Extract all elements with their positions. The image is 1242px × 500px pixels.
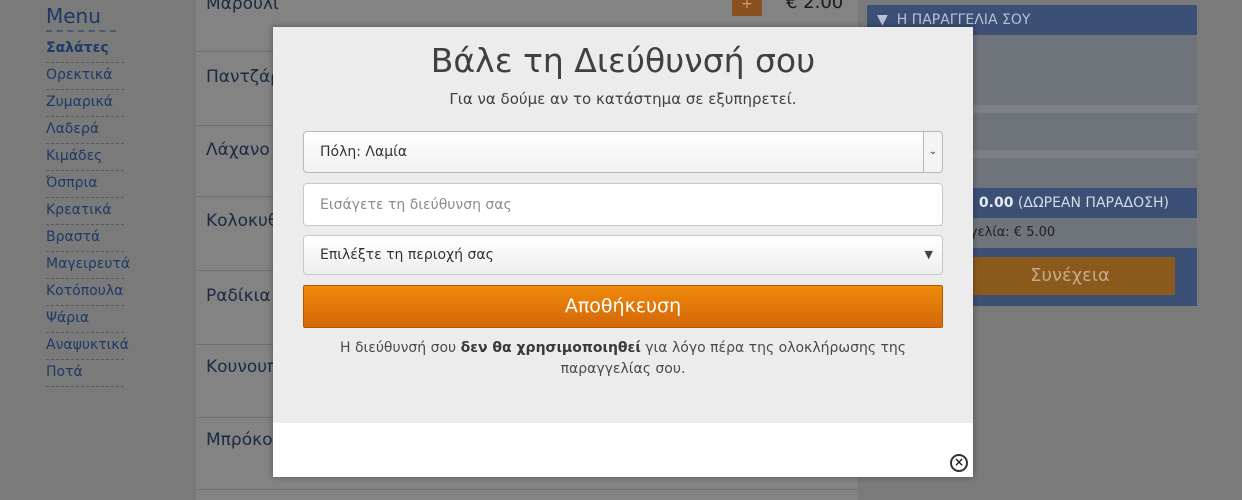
address-modal: Βάλε τη Διεύθυνσή σου Για να δούμε αν το…	[273, 27, 973, 477]
sidebar-item-vrasta[interactable]: Βραστά	[46, 225, 124, 252]
category-sidebar: Menu Σαλάτες Ορεκτικά Ζυμαρικά Λαδερά Κι…	[46, 0, 136, 387]
privacy-note: Η διεύθυνσή σου δεν θα χρησιμοποιηθεί γι…	[303, 338, 943, 380]
product-name: Κουνουπ	[206, 357, 278, 377]
sidebar-item-anapsyktika[interactable]: Αναψυκτικά	[46, 333, 129, 360]
sidebar-item-kotopoula[interactable]: Κοτόπουλα	[46, 279, 124, 306]
category-list: Σαλάτες Ορεκτικά Ζυμαρικά Λαδερά Κιμάδες…	[46, 36, 136, 387]
continue-button[interactable]: Συνέχεια	[965, 257, 1175, 295]
product-name: Παντζάρ	[206, 67, 281, 87]
close-icon[interactable]: ×	[950, 454, 968, 472]
modal-subtitle: Για να δούμε αν το κατάστημα σε εξυπηρετ…	[449, 90, 797, 108]
sidebar-item-psaria[interactable]: Ψάρια	[46, 306, 124, 333]
product-name: Ραδίκια	[206, 286, 271, 306]
privacy-note-start: Η διεύθυνσή σου	[339, 340, 461, 356]
sidebar-item-pota[interactable]: Ποτά	[46, 360, 124, 387]
city-select-value: Πόλη: Λαμία	[320, 144, 408, 160]
order-panel-title: Η ΠΑΡΑΓΓΕΛΙΑ ΣΟΥ	[896, 12, 1031, 28]
modal-title: Βάλε τη Διεύθυνσή σου	[430, 41, 816, 80]
area-select-value: Επιλέξτε τη περιοχή σας	[320, 247, 494, 263]
address-input[interactable]	[303, 183, 943, 226]
triangle-down-icon: ▼	[877, 12, 888, 28]
sidebar-item-salates[interactable]: Σαλάτες	[46, 36, 124, 63]
chevron-down-icon[interactable]: ⌄	[923, 132, 942, 172]
product-name: Λάχανο	[206, 140, 270, 160]
sidebar-item-zymarika[interactable]: Ζυμαρικά	[46, 90, 124, 117]
order-total-note: (ΔΩΡΕΑΝ ΠΑΡΑΔΟΣΗ)	[1017, 195, 1169, 211]
area-select[interactable]: Επιλέξτε τη περιοχή σας ▼	[303, 235, 943, 275]
product-name: Μπρόκο	[206, 430, 273, 450]
sidebar-item-orektika[interactable]: Ορεκτικά	[46, 63, 124, 90]
product-price: € 2.00	[786, 0, 844, 13]
sidebar-item-ladera[interactable]: Λαδερά	[46, 117, 124, 144]
sidebar-title: Menu	[46, 2, 116, 32]
modal-footer	[273, 423, 973, 477]
sidebar-item-kreatika[interactable]: Κρεατικά	[46, 198, 124, 225]
sidebar-item-mageireyta[interactable]: Μαγειρευτά	[46, 252, 130, 279]
product-name: Κολοκυθ	[206, 211, 279, 231]
sidebar-item-ospria[interactable]: Όσπρια	[46, 171, 124, 198]
sidebar-item-kimades[interactable]: Κιμάδες	[46, 144, 124, 171]
add-to-cart-button[interactable]: +	[732, 0, 762, 16]
privacy-note-bold: δεν θα χρησιμοποιηθεί	[460, 340, 641, 356]
city-select[interactable]: Πόλη: Λαμία ⌄	[303, 131, 943, 173]
save-button[interactable]: Αποθήκευση	[303, 285, 943, 328]
triangle-down-icon: ▼	[924, 248, 933, 261]
product-name: Μαρούλι	[206, 0, 279, 14]
